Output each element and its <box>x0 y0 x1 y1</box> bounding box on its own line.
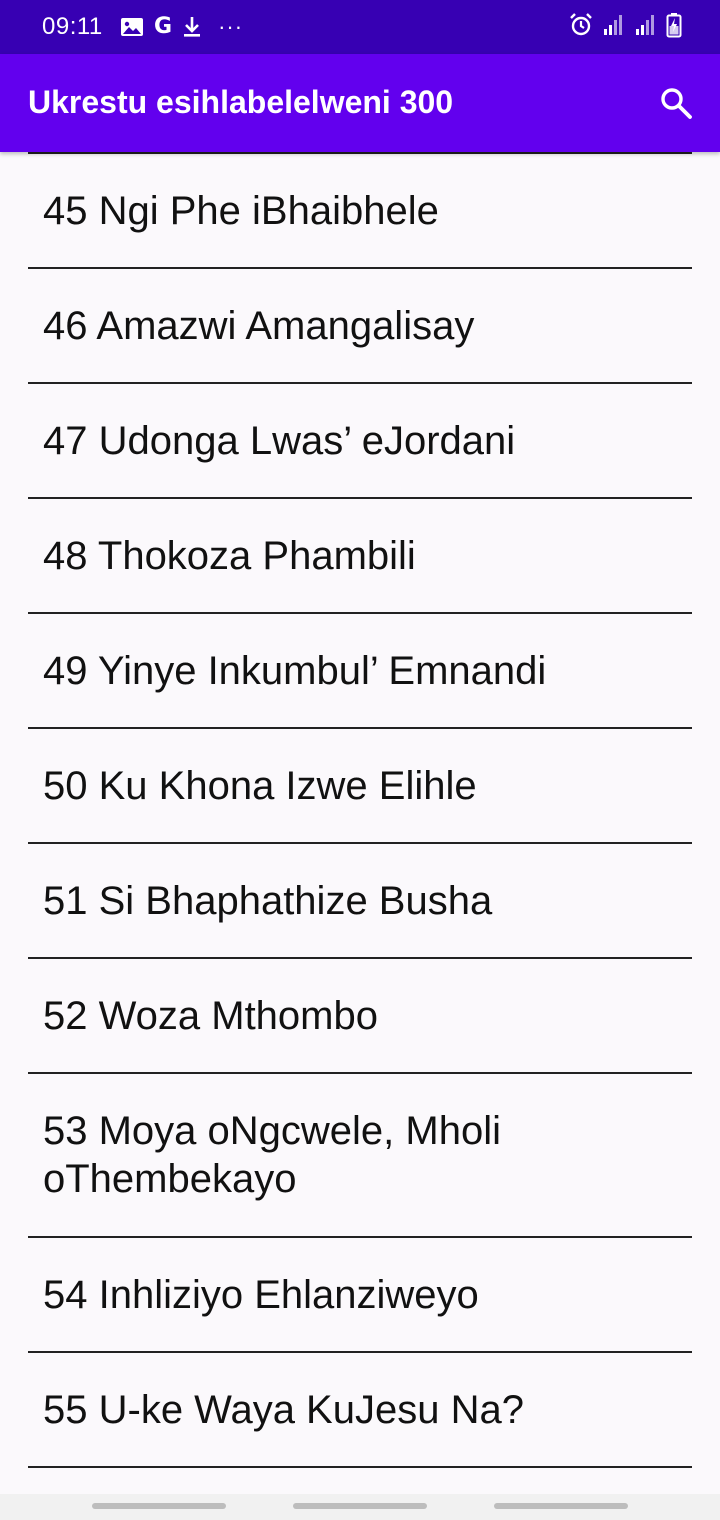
navigation-bar <box>0 1494 720 1520</box>
list-item-label: 51 Si Bhaphathize Busha <box>43 878 493 923</box>
signal-icon <box>602 13 626 42</box>
list-item[interactable]: 45 Ngi Phe iBhaibhele <box>28 154 692 269</box>
battery-charging-icon <box>666 12 682 43</box>
download-icon <box>182 13 202 41</box>
list-item-label: 47 Udonga Lwas’ eJordani <box>43 418 516 463</box>
status-bar: 09:11 G ··· <box>0 0 720 54</box>
status-notification-icons: G ··· <box>120 12 243 42</box>
image-icon <box>120 13 144 41</box>
list-item[interactable]: 50 Ku Khona Izwe Elihle <box>28 729 692 844</box>
list-item-label: 48 Thokoza Phambili <box>43 533 416 578</box>
list-item[interactable]: 55 U-ke Waya KuJesu Na? <box>28 1353 692 1468</box>
status-system-icons <box>568 12 682 42</box>
list-item[interactable]: 53 Moya oNgcwele, Mholi oThembekayo <box>28 1074 692 1238</box>
list-item-label: 53 Moya oNgcwele, Mholi oThembekayo <box>43 1109 501 1201</box>
list-item[interactable]: 46 Amazwi Amangalisay <box>28 269 692 384</box>
list-item-label: 54 Inhliziyo Ehlanziweyo <box>43 1272 479 1317</box>
list-item[interactable]: 48 Thokoza Phambili <box>28 499 692 614</box>
list-item-label: 52 Woza Mthombo <box>43 993 378 1038</box>
more-dots-icon: ··· <box>218 14 244 39</box>
list-item-label: 49 Yinye Inkumbul’ Emnandi <box>43 648 547 693</box>
google-icon: G <box>154 14 173 39</box>
nav-home-button[interactable] <box>293 1503 427 1509</box>
signal-icon-2 <box>634 13 658 42</box>
list-item[interactable]: 51 Si Bhaphathize Busha <box>28 844 692 959</box>
nav-back-button[interactable] <box>494 1503 628 1509</box>
nav-recents-button[interactable] <box>92 1503 226 1509</box>
app-title: Ukrestu esihlabelelweni 300 <box>28 84 454 120</box>
list-item[interactable]: 54 Inhliziyo Ehlanziweyo <box>28 1238 692 1353</box>
list-item[interactable]: 47 Udonga Lwas’ eJordani <box>28 384 692 499</box>
list-item[interactable]: 52 Woza Mthombo <box>28 959 692 1074</box>
list-item-label: 50 Ku Khona Izwe Elihle <box>43 763 477 808</box>
list-item-label: 45 Ngi Phe iBhaibhele <box>43 188 439 233</box>
status-time: 09:11 <box>42 13 103 40</box>
alarm-icon <box>568 12 594 43</box>
app-bar: Ukrestu esihlabelelweni 300 <box>0 54 720 152</box>
list-item[interactable]: 49 Yinye Inkumbul’ Emnandi <box>28 614 692 729</box>
search-icon <box>661 88 692 119</box>
hymn-list[interactable]: 45 Ngi Phe iBhaibhele 46 Amazwi Amangali… <box>0 152 720 1494</box>
list-item-label: 46 Amazwi Amangalisay <box>43 303 475 348</box>
list-item-label: 55 U-ke Waya KuJesu Na? <box>43 1387 524 1432</box>
search-button[interactable] <box>656 83 696 123</box>
